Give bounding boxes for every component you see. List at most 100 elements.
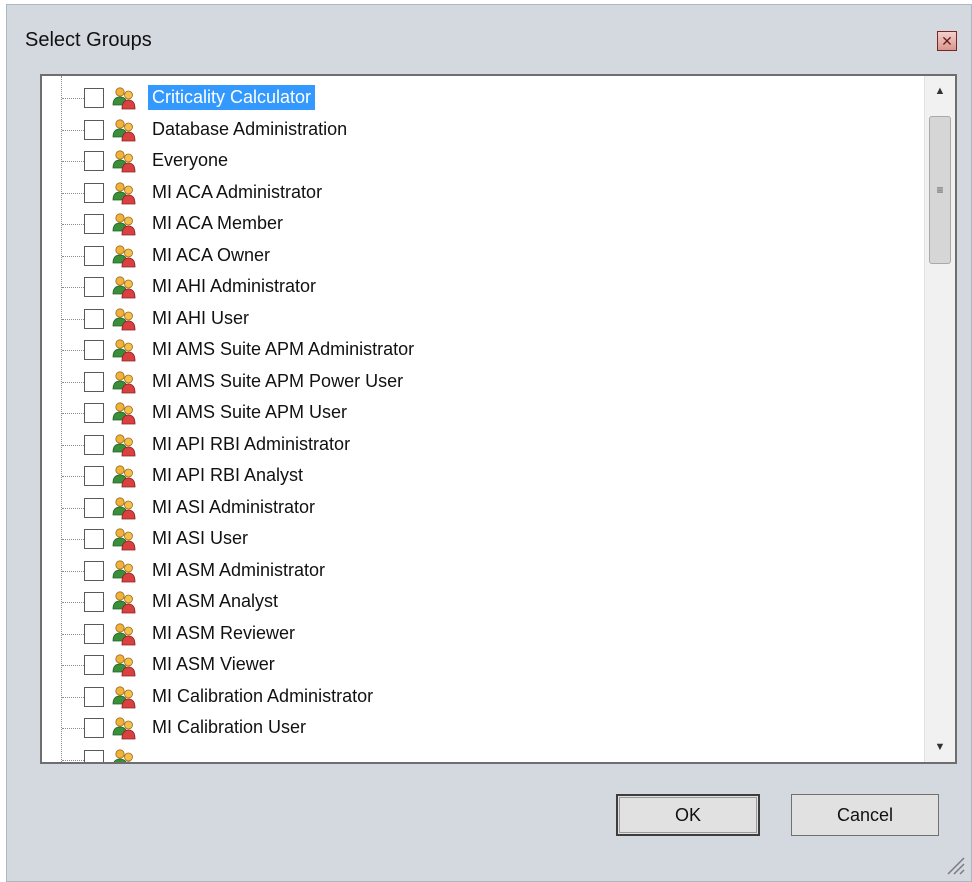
tree-row[interactable]: MI ASM Administrator — [42, 555, 912, 587]
group-checkbox[interactable] — [84, 119, 104, 140]
group-checkbox[interactable] — [84, 277, 104, 297]
group-label[interactable]: MI ASM Administrator — [148, 558, 329, 583]
tree-branch-line — [62, 696, 84, 698]
group-checkbox[interactable] — [84, 371, 104, 392]
group-checkbox[interactable] — [84, 466, 104, 486]
tree-row[interactable]: MI API RBI Analyst — [42, 460, 912, 492]
scroll-down-arrow-icon[interactable]: ▼ — [925, 732, 955, 762]
ok-button[interactable]: OK — [616, 794, 760, 836]
group-checkbox[interactable] — [84, 497, 104, 518]
group-checkbox[interactable] — [84, 655, 104, 675]
tree-row[interactable]: MI AHI Administrator — [42, 271, 912, 303]
group-checkbox[interactable] — [84, 340, 104, 360]
group-label[interactable]: MI ASI Administrator — [148, 495, 319, 520]
close-button[interactable]: ✕ — [937, 31, 957, 51]
scroll-thumb[interactable]: ≡ — [929, 116, 951, 264]
tree-branch-line — [62, 602, 84, 603]
group-checkbox[interactable] — [84, 560, 104, 581]
tree-row[interactable]: MI AHI User — [42, 303, 912, 335]
tree-row[interactable]: MI AMS Suite APM Power User — [42, 366, 912, 398]
tree-branch-line — [62, 476, 84, 477]
grip-icon: ≡ — [936, 183, 944, 197]
group-checkbox[interactable] — [84, 151, 104, 171]
group-checkbox[interactable] — [84, 214, 104, 234]
tree-row[interactable]: MI AMS Suite APM User — [42, 397, 912, 429]
group-checkbox[interactable] — [84, 718, 104, 738]
tree-branch-line — [62, 287, 84, 288]
group-label[interactable]: MI ASM Viewer — [148, 652, 279, 677]
tree-branch-line — [62, 318, 84, 320]
tree-branch-line — [62, 728, 84, 729]
dialog-title: Select Groups — [25, 29, 152, 51]
group-checkbox[interactable] — [84, 623, 104, 644]
group-label[interactable]: MI ASM Analyst — [148, 589, 282, 614]
tree-branch-line — [62, 161, 84, 162]
tree-branch-line — [62, 224, 84, 225]
group-checkbox[interactable] — [84, 434, 104, 455]
group-label[interactable]: MI API RBI Administrator — [148, 432, 354, 457]
select-groups-dialog: Select Groups ✕ Criticality Calculator D… — [6, 4, 972, 882]
tree-row[interactable]: MI ASI User — [42, 523, 912, 555]
group-label[interactable]: MI API RBI Analyst — [148, 463, 307, 488]
tree-row[interactable]: MI Calibration Administrator — [42, 681, 912, 713]
cancel-button[interactable]: Cancel — [791, 794, 939, 836]
group-checkbox[interactable] — [84, 245, 104, 266]
tree-branch-line — [62, 129, 84, 131]
resize-grip-icon[interactable] — [943, 853, 965, 875]
tree-row[interactable] — [42, 744, 912, 763]
group-label[interactable]: MI ACA Administrator — [148, 180, 326, 205]
tree-row[interactable]: MI ASM Analyst — [42, 586, 912, 618]
groups-tree[interactable]: Criticality Calculator Database Administ… — [40, 74, 957, 764]
tree-branch-line — [62, 444, 84, 446]
tree-branch-line — [62, 255, 84, 257]
tree-row[interactable]: MI ASM Viewer — [42, 649, 912, 681]
group-label[interactable]: Everyone — [148, 148, 232, 173]
group-label[interactable]: Database Administration — [148, 117, 351, 142]
tree-branch-line — [62, 350, 84, 351]
group-checkbox[interactable] — [84, 182, 104, 203]
group-label[interactable]: Criticality Calculator — [148, 85, 316, 110]
group-label[interactable] — [148, 747, 156, 763]
group-checkbox[interactable] — [84, 592, 104, 612]
tree-row[interactable]: MI ACA Member — [42, 208, 912, 240]
group-label[interactable]: MI AMS Suite APM Power User — [148, 369, 407, 394]
close-icon: ✕ — [941, 33, 953, 49]
group-label[interactable]: MI ACA Member — [148, 211, 287, 236]
vertical-scrollbar[interactable]: ▲ ≡ ▼ — [924, 76, 955, 762]
group-checkbox[interactable] — [84, 686, 104, 707]
tree-branch-line — [62, 570, 84, 572]
group-label[interactable]: MI AHI User — [148, 306, 253, 331]
group-label[interactable]: MI AMS Suite APM Administrator — [148, 337, 418, 362]
group-label[interactable]: MI AHI Administrator — [148, 274, 320, 299]
tree-row[interactable]: Criticality Calculator — [42, 82, 912, 114]
tree-branch-line — [62, 192, 84, 194]
tree-branch-line — [62, 98, 84, 99]
tree-branch-line — [62, 539, 84, 540]
group-label[interactable]: MI ASI User — [148, 526, 252, 551]
tree-row[interactable]: Everyone — [42, 145, 912, 177]
tree-row[interactable]: MI ACA Owner — [42, 240, 912, 272]
group-label[interactable]: MI Calibration User — [148, 715, 310, 740]
tree-branch-line — [62, 507, 84, 509]
scroll-up-arrow-icon[interactable]: ▲ — [925, 76, 955, 106]
tree-row[interactable]: MI ACA Administrator — [42, 177, 912, 209]
group-checkbox[interactable] — [84, 308, 104, 329]
tree-row[interactable]: MI API RBI Administrator — [42, 429, 912, 461]
tree-branch-line — [62, 381, 84, 383]
tree-row[interactable]: MI ASM Reviewer — [42, 618, 912, 650]
tree-row[interactable]: Database Administration — [42, 114, 912, 146]
tree-branch-line — [62, 665, 84, 666]
tree-branch-line — [62, 413, 84, 414]
group-label[interactable]: MI Calibration Administrator — [148, 684, 377, 709]
group-label[interactable]: MI AMS Suite APM User — [148, 400, 351, 425]
group-label[interactable]: MI ASM Reviewer — [148, 621, 299, 646]
tree-row[interactable]: MI AMS Suite APM Administrator — [42, 334, 912, 366]
group-checkbox[interactable] — [84, 403, 104, 423]
tree-branch-line — [62, 633, 84, 635]
group-checkbox[interactable] — [84, 88, 104, 108]
group-checkbox[interactable] — [84, 749, 104, 762]
tree-row[interactable]: MI Calibration User — [42, 712, 912, 744]
tree-row[interactable]: MI ASI Administrator — [42, 492, 912, 524]
group-checkbox[interactable] — [84, 529, 104, 549]
group-label[interactable]: MI ACA Owner — [148, 243, 274, 268]
